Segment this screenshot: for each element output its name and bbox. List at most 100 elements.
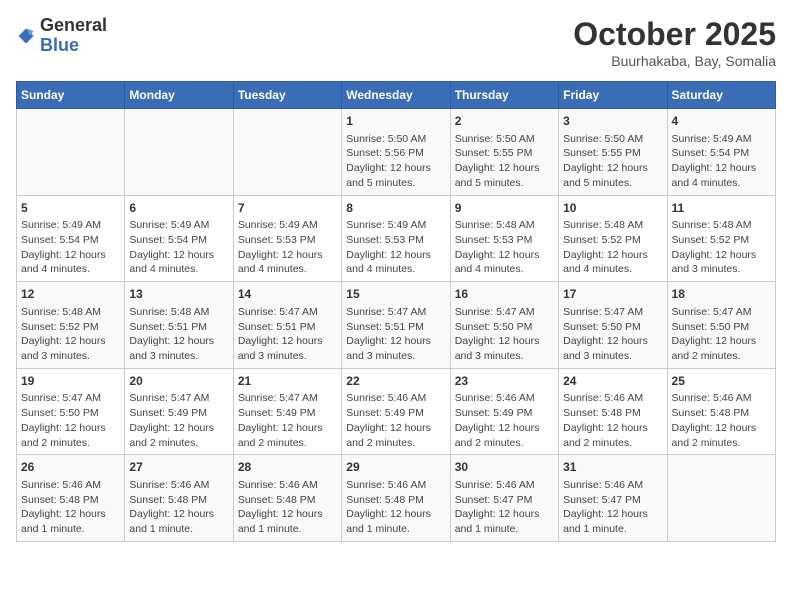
- calendar-cell: 15 Sunrise: 5:47 AM Sunset: 5:51 PM Dayli…: [342, 282, 450, 369]
- weekday-header-sunday: Sunday: [17, 82, 125, 109]
- weekday-header-monday: Monday: [125, 82, 233, 109]
- logo: General Blue: [16, 16, 107, 56]
- calendar-cell: 8Sunrise: 5:49 AM Sunset: 5:53 PM Daylig…: [342, 195, 450, 282]
- weekday-header-friday: Friday: [559, 82, 667, 109]
- day-info: Sunrise: 5:48 AM Sunset: 5:52 PM Dayligh…: [21, 305, 120, 364]
- calendar-cell: 24Sunrise: 5:46 AM Sunset: 5:48 PM Dayli…: [559, 368, 667, 455]
- day-number: 25: [672, 373, 771, 390]
- day-number: 22: [346, 373, 445, 390]
- weekday-header-tuesday: Tuesday: [233, 82, 341, 109]
- weekday-header-thursday: Thursday: [450, 82, 558, 109]
- day-number: 29: [346, 459, 445, 476]
- day-number: 3: [563, 113, 662, 130]
- calendar-cell: 21Sunrise: 5:47 AM Sunset: 5:49 PM Dayli…: [233, 368, 341, 455]
- calendar-cell: 29 Sunrise: 5:46 AM Sunset: 5:48 PM Dayli…: [342, 455, 450, 542]
- calendar-cell: 18 Sunrise: 5:47 AM Sunset: 5:50 PM Dayli…: [667, 282, 775, 369]
- day-number: 23: [455, 373, 554, 390]
- calendar-cell: 9Sunrise: 5:48 AM Sunset: 5:53 PM Daylig…: [450, 195, 558, 282]
- day-number: 27: [129, 459, 228, 476]
- day-number: 6: [129, 200, 228, 217]
- day-number: 10: [563, 200, 662, 217]
- calendar-cell: 6Sunrise: 5:49 AM Sunset: 5:54 PM Daylig…: [125, 195, 233, 282]
- day-number: 19: [21, 373, 120, 390]
- calendar-cell: 25Sunrise: 5:46 AM Sunset: 5:48 PM Dayli…: [667, 368, 775, 455]
- calendar-cell: 30Sunrise: 5:46 AM Sunset: 5:47 PM Dayli…: [450, 455, 558, 542]
- day-info: Sunrise: 5:49 AM Sunset: 5:53 PM Dayligh…: [346, 218, 445, 277]
- logo-icon: [16, 26, 36, 46]
- day-number: 1: [346, 113, 445, 130]
- day-info: Sunrise: 5:50 AM Sunset: 5:55 PM Dayligh…: [563, 132, 662, 191]
- day-number: 4: [672, 113, 771, 130]
- day-info: Sunrise: 5:47 AM Sunset: 5:50 PM Dayligh…: [21, 391, 120, 450]
- day-info: Sunrise: 5:46 AM Sunset: 5:47 PM Dayligh…: [455, 478, 554, 537]
- day-info: Sunrise: 5:47 AM Sunset: 5:49 PM Dayligh…: [238, 391, 337, 450]
- location-subtitle: Buurhakaba, Bay, Somalia: [573, 53, 776, 69]
- week-row-5: 26 Sunrise: 5:46 AM Sunset: 5:48 PM Dayli…: [17, 455, 776, 542]
- day-info: Sunrise: 5:47 AM Sunset: 5:51 PM Dayligh…: [346, 305, 445, 364]
- day-number: 31: [563, 459, 662, 476]
- day-number: 17: [563, 286, 662, 303]
- day-number: 14: [238, 286, 337, 303]
- calendar-cell: 1 Sunrise: 5:50 AM Sunset: 5:56 PM Daylig…: [342, 109, 450, 196]
- calendar-cell: 28 Sunrise: 5:46 AM Sunset: 5:48 PM Dayli…: [233, 455, 341, 542]
- day-number: 26: [21, 459, 120, 476]
- day-number: 18: [672, 286, 771, 303]
- day-number: 15: [346, 286, 445, 303]
- weekday-header-saturday: Saturday: [667, 82, 775, 109]
- day-info: Sunrise: 5:50 AM Sunset: 5:56 PM Dayligh…: [346, 132, 445, 191]
- day-number: 16: [455, 286, 554, 303]
- logo-general: General: [40, 15, 107, 35]
- calendar-cell: 17 Sunrise: 5:47 AM Sunset: 5:50 PM Dayli…: [559, 282, 667, 369]
- day-number: 8: [346, 200, 445, 217]
- day-info: Sunrise: 5:46 AM Sunset: 5:48 PM Dayligh…: [563, 391, 662, 450]
- day-info: Sunrise: 5:46 AM Sunset: 5:48 PM Dayligh…: [672, 391, 771, 450]
- page-header: General Blue October 2025 Buurhakaba, Ba…: [16, 16, 776, 69]
- day-number: 9: [455, 200, 554, 217]
- weekday-header-row: SundayMondayTuesdayWednesdayThursdayFrid…: [17, 82, 776, 109]
- week-row-4: 19Sunrise: 5:47 AM Sunset: 5:50 PM Dayli…: [17, 368, 776, 455]
- day-info: Sunrise: 5:46 AM Sunset: 5:48 PM Dayligh…: [346, 478, 445, 537]
- day-number: 2: [455, 113, 554, 130]
- logo-text: General Blue: [40, 16, 107, 56]
- day-info: Sunrise: 5:47 AM Sunset: 5:50 PM Dayligh…: [455, 305, 554, 364]
- day-info: Sunrise: 5:46 AM Sunset: 5:48 PM Dayligh…: [238, 478, 337, 537]
- day-info: Sunrise: 5:48 AM Sunset: 5:51 PM Dayligh…: [129, 305, 228, 364]
- day-info: Sunrise: 5:48 AM Sunset: 5:53 PM Dayligh…: [455, 218, 554, 277]
- day-number: 28: [238, 459, 337, 476]
- day-info: Sunrise: 5:46 AM Sunset: 5:48 PM Dayligh…: [129, 478, 228, 537]
- calendar-cell: 19Sunrise: 5:47 AM Sunset: 5:50 PM Dayli…: [17, 368, 125, 455]
- calendar-cell: 11Sunrise: 5:48 AM Sunset: 5:52 PM Dayli…: [667, 195, 775, 282]
- week-row-2: 5Sunrise: 5:49 AM Sunset: 5:54 PM Daylig…: [17, 195, 776, 282]
- day-info: Sunrise: 5:47 AM Sunset: 5:49 PM Dayligh…: [129, 391, 228, 450]
- calendar-cell: 20Sunrise: 5:47 AM Sunset: 5:49 PM Dayli…: [125, 368, 233, 455]
- calendar-table: SundayMondayTuesdayWednesdayThursdayFrid…: [16, 81, 776, 542]
- day-info: Sunrise: 5:46 AM Sunset: 5:49 PM Dayligh…: [346, 391, 445, 450]
- month-title: October 2025: [573, 16, 776, 53]
- day-number: 20: [129, 373, 228, 390]
- day-info: Sunrise: 5:47 AM Sunset: 5:50 PM Dayligh…: [672, 305, 771, 364]
- day-info: Sunrise: 5:49 AM Sunset: 5:53 PM Dayligh…: [238, 218, 337, 277]
- calendar-cell: 14Sunrise: 5:47 AM Sunset: 5:51 PM Dayli…: [233, 282, 341, 369]
- calendar-cell: 16 Sunrise: 5:47 AM Sunset: 5:50 PM Dayli…: [450, 282, 558, 369]
- calendar-cell: 12 Sunrise: 5:48 AM Sunset: 5:52 PM Dayli…: [17, 282, 125, 369]
- weekday-header-wednesday: Wednesday: [342, 82, 450, 109]
- day-info: Sunrise: 5:50 AM Sunset: 5:55 PM Dayligh…: [455, 132, 554, 191]
- calendar-cell: 10Sunrise: 5:48 AM Sunset: 5:52 PM Dayli…: [559, 195, 667, 282]
- calendar-cell: 13Sunrise: 5:48 AM Sunset: 5:51 PM Dayli…: [125, 282, 233, 369]
- day-number: 12: [21, 286, 120, 303]
- day-info: Sunrise: 5:49 AM Sunset: 5:54 PM Dayligh…: [21, 218, 120, 277]
- day-info: Sunrise: 5:49 AM Sunset: 5:54 PM Dayligh…: [672, 132, 771, 191]
- week-row-3: 12 Sunrise: 5:48 AM Sunset: 5:52 PM Dayli…: [17, 282, 776, 369]
- day-number: 5: [21, 200, 120, 217]
- calendar-cell: 26Sunrise: 5:46 AM Sunset: 5:48 PM Dayli…: [17, 455, 125, 542]
- day-number: 21: [238, 373, 337, 390]
- calendar-cell: 7Sunrise: 5:49 AM Sunset: 5:53 PM Daylig…: [233, 195, 341, 282]
- day-info: Sunrise: 5:48 AM Sunset: 5:52 PM Dayligh…: [563, 218, 662, 277]
- day-info: Sunrise: 5:46 AM Sunset: 5:49 PM Dayligh…: [455, 391, 554, 450]
- calendar-cell: [667, 455, 775, 542]
- calendar-cell: 4 Sunrise: 5:49 AM Sunset: 5:54 PM Daylig…: [667, 109, 775, 196]
- day-info: Sunrise: 5:47 AM Sunset: 5:50 PM Dayligh…: [563, 305, 662, 364]
- day-number: 7: [238, 200, 337, 217]
- day-number: 11: [672, 200, 771, 217]
- calendar-cell: 3 Sunrise: 5:50 AM Sunset: 5:55 PM Daylig…: [559, 109, 667, 196]
